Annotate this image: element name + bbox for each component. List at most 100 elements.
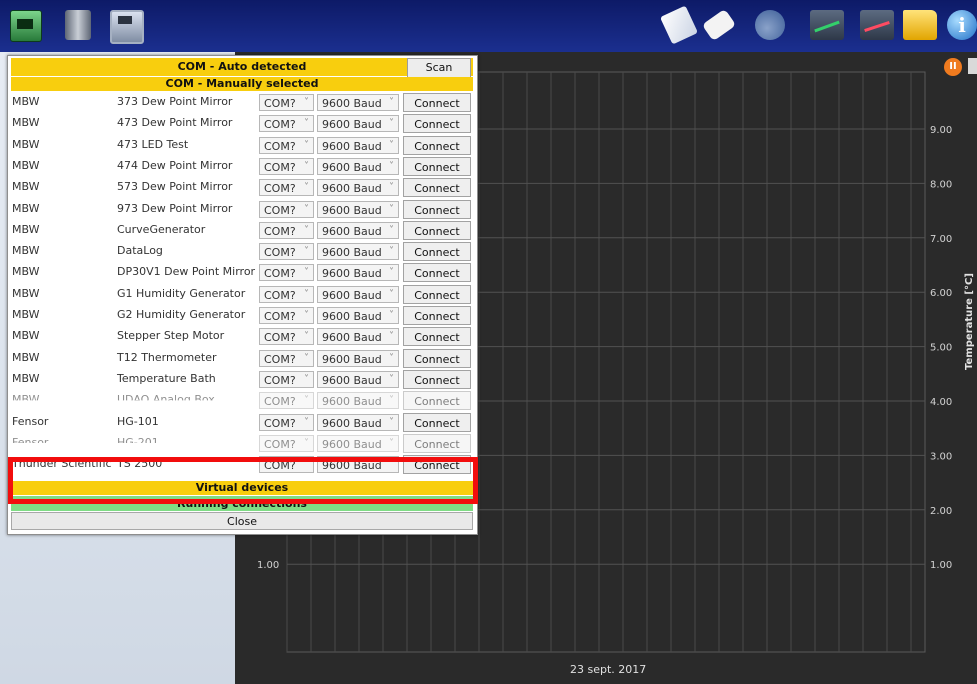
- connect-button[interactable]: Connect: [403, 114, 471, 134]
- connect-button[interactable]: Connect: [403, 263, 471, 283]
- baud-rate-select[interactable]: 9600 Baud: [317, 94, 399, 111]
- device-name: DP30V1 Dew Point Mirror: [117, 265, 256, 279]
- device-name: HG-201: [117, 435, 159, 449]
- com-port-select[interactable]: COM?: [259, 392, 314, 410]
- device-brand: MBW: [12, 329, 40, 343]
- connect-button[interactable]: Connect: [403, 369, 471, 389]
- connect-button[interactable]: Connect: [403, 391, 471, 411]
- baud-rate-select[interactable]: 9600 Baud: [317, 157, 399, 175]
- com-port-select[interactable]: COM?: [259, 285, 314, 303]
- connect-button[interactable]: Connect: [403, 220, 471, 240]
- baud-rate-select[interactable]: 9600 Baud: [317, 307, 399, 324]
- connect-button[interactable]: Connect: [403, 156, 471, 176]
- chart-green-icon[interactable]: [810, 10, 844, 40]
- com-port-select[interactable]: COM?: [259, 434, 314, 452]
- device-row: MBW G2 Humidity Generator COM?9600 BaudCon…: [11, 305, 473, 326]
- board-icon[interactable]: [10, 10, 42, 42]
- baud-rate-select[interactable]: 9600 Baud: [317, 392, 399, 410]
- com-port-select[interactable]: COM?: [259, 307, 314, 324]
- com-port-select[interactable]: COM?: [259, 349, 314, 367]
- device-brand: MBW: [12, 393, 40, 407]
- folder-icon[interactable]: [903, 10, 937, 40]
- save-icon[interactable]: [110, 10, 144, 44]
- baud-rate-select[interactable]: 9600 Baud: [317, 264, 399, 282]
- connect-button[interactable]: Connect: [403, 327, 471, 347]
- device-name: 373 Dew Point Mirror: [117, 95, 233, 108]
- com-port-select[interactable]: COM?: [259, 413, 314, 431]
- device-name: UDAQ Analog Box: [117, 393, 215, 407]
- eraser-icon[interactable]: [701, 8, 737, 42]
- connect-button[interactable]: Connect: [403, 135, 471, 155]
- device-row: MBW CurveGenerator COM?9600 BaudConnect: [11, 220, 473, 241]
- baud-rate-select[interactable]: 9600 Baud: [317, 349, 399, 367]
- baud-rate-select[interactable]: 9600 Baud: [317, 179, 399, 197]
- connect-button[interactable]: Connect: [403, 433, 471, 453]
- com-port-select[interactable]: COM?: [259, 179, 314, 197]
- device-brand: MBW: [12, 265, 40, 279]
- device-row: MBW 373 Dew Point Mirror COM?9600 BaudConn…: [11, 92, 473, 113]
- y-tick-label-left: 1.00: [257, 560, 279, 571]
- y-tick-label-right: 1.00: [930, 560, 952, 571]
- device-name: CurveGenerator: [117, 222, 206, 236]
- baud-rate-select[interactable]: 9600 Baud: [317, 221, 399, 239]
- pause-icon[interactable]: II: [944, 58, 962, 76]
- scan-button[interactable]: Scan: [407, 58, 471, 78]
- chart-red-icon[interactable]: [860, 10, 894, 40]
- device-row: MBW UDAQ Analog Box COM?9600 BaudConnect: [11, 390, 473, 411]
- y-tick-label-right: 9.00: [930, 125, 952, 136]
- baud-rate-select[interactable]: 9600 Baud: [317, 136, 399, 154]
- baud-rate-select[interactable]: 9600 Baud: [317, 413, 399, 431]
- device-name: DataLog: [117, 244, 163, 258]
- connect-button[interactable]: Connect: [403, 306, 471, 325]
- y-axis-label: Temperature [°C]: [964, 273, 975, 370]
- main-toolbar: i: [0, 0, 977, 52]
- device-brand: MBW: [12, 222, 40, 236]
- device-row: Fensor HG-101 COM?9600 BaudConnect: [11, 412, 473, 433]
- tools-icon[interactable]: [755, 10, 785, 40]
- com-port-select[interactable]: COM?: [259, 157, 314, 175]
- close-button[interactable]: Close: [11, 512, 473, 530]
- device-name: 573 Dew Point Mirror: [117, 180, 233, 194]
- device-name: G1 Humidity Generator: [117, 286, 246, 300]
- connect-button[interactable]: Connect: [403, 348, 471, 368]
- device-name: 473 Dew Point Mirror: [117, 116, 233, 130]
- connect-button[interactable]: Connect: [403, 284, 471, 304]
- baud-rate-select[interactable]: 9600 Baud: [317, 243, 399, 261]
- device-row: MBW Temperature Bath COM?9600 BaudConnect: [11, 369, 473, 390]
- connect-button[interactable]: Connect: [403, 93, 471, 112]
- manually-selected-header[interactable]: COM - Manually selected: [11, 77, 473, 91]
- com-port-select[interactable]: COM?: [259, 200, 314, 218]
- device-row: Fensor HG-201 COM?9600 BaudConnect: [11, 433, 473, 454]
- device-brand: MBW: [12, 158, 40, 172]
- com-port-select[interactable]: COM?: [259, 115, 314, 133]
- connect-button[interactable]: Connect: [403, 242, 471, 262]
- connect-button[interactable]: Connect: [403, 178, 471, 198]
- com-port-select[interactable]: COM?: [259, 243, 314, 261]
- com-port-select[interactable]: COM?: [259, 370, 314, 388]
- auto-detected-header[interactable]: COM - Auto detected: [11, 58, 473, 76]
- baud-rate-select[interactable]: 9600 Baud: [317, 200, 399, 218]
- com-port-select[interactable]: COM?: [259, 136, 314, 154]
- device-name: G2 Humidity Generator: [117, 308, 246, 321]
- com-port-select[interactable]: COM?: [259, 264, 314, 282]
- com-port-select[interactable]: COM?: [259, 221, 314, 239]
- com-port-select[interactable]: COM?: [259, 94, 314, 111]
- info-icon[interactable]: i: [947, 10, 977, 40]
- y-tick-label-right: 2.00: [930, 506, 952, 517]
- baud-rate-select[interactable]: 9600 Baud: [317, 285, 399, 303]
- book-icon[interactable]: [65, 10, 91, 40]
- device-row: MBW 473 Dew Point Mirror COM?9600 BaudConn…: [11, 113, 473, 134]
- trash-icon[interactable]: [968, 58, 977, 74]
- device-brand: MBW: [12, 350, 40, 364]
- device-name: 473 LED Test: [117, 137, 189, 151]
- baud-rate-select[interactable]: 9600 Baud: [317, 370, 399, 388]
- baud-rate-select[interactable]: 9600 Baud: [317, 434, 399, 452]
- device-brand: MBW: [12, 308, 40, 321]
- y-tick-label-right: 8.00: [930, 179, 952, 190]
- calibration-icon[interactable]: [659, 5, 699, 45]
- connect-button[interactable]: Connect: [403, 412, 471, 432]
- baud-rate-select[interactable]: 9600 Baud: [317, 328, 399, 346]
- baud-rate-select[interactable]: 9600 Baud: [317, 115, 399, 133]
- com-port-select[interactable]: COM?: [259, 328, 314, 346]
- connect-button[interactable]: Connect: [403, 199, 471, 219]
